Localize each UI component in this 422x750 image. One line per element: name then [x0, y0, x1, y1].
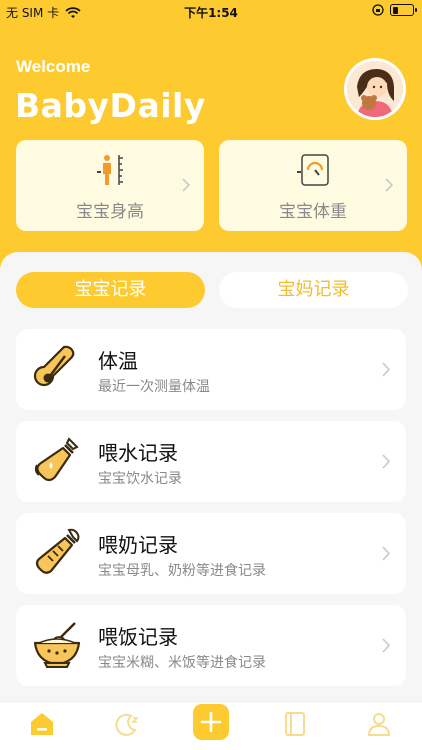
- height-icon: [97, 155, 123, 185]
- water-bottle-icon: [34, 437, 79, 482]
- thermometer-icon: [33, 345, 75, 387]
- record-title: 体温: [98, 349, 138, 373]
- record-title: 喂奶记录: [98, 533, 178, 557]
- chevron-right-icon: [385, 178, 393, 192]
- user-icon[interactable]: [365, 710, 393, 738]
- orientation-lock-icon: [372, 4, 384, 16]
- baby-height-label: 宝宝身高: [76, 202, 144, 222]
- record-subtitle: 宝宝米糊、米饭等进食记录: [98, 655, 266, 671]
- battery-icon: [390, 4, 417, 16]
- chevron-right-icon: [382, 454, 390, 469]
- record-title: 喂饭记录: [98, 625, 178, 649]
- rice-bowl-icon: [33, 622, 81, 668]
- record-title: 喂水记录: [98, 441, 178, 465]
- plus-icon: [200, 711, 222, 733]
- welcome-text: Welcome: [16, 57, 91, 76]
- bottom-tab-bar: [0, 701, 422, 750]
- baby-weight-label: 宝宝体重: [279, 202, 347, 222]
- chevron-right-icon: [382, 638, 390, 653]
- record-rice[interactable]: 喂饭记录 宝宝米糊、米饭等进食记录: [16, 605, 406, 686]
- avatar[interactable]: [344, 58, 406, 120]
- milk-bottle-icon: [35, 528, 80, 574]
- tab-mom-records[interactable]: 宝妈记录: [219, 272, 408, 308]
- record-temperature[interactable]: 体温 最近一次测量体温: [16, 329, 406, 410]
- tab-baby-records[interactable]: 宝宝记录: [16, 272, 205, 308]
- record-milk[interactable]: 喂奶记录 宝宝母乳、奶粉等进食记录: [16, 513, 406, 594]
- chevron-right-icon: [382, 546, 390, 561]
- status-bar: 无 SIM 卡 下午1:54: [0, 0, 422, 22]
- record-subtitle: 宝宝母乳、奶粉等进食记录: [98, 563, 266, 579]
- book-icon[interactable]: [281, 710, 309, 738]
- baby-weight-card[interactable]: 宝宝体重: [219, 140, 407, 231]
- moon-icon[interactable]: [113, 710, 141, 738]
- app-title: BabyDaily: [15, 86, 206, 125]
- record-subtitle: 宝宝饮水记录: [98, 471, 182, 487]
- add-record-button[interactable]: [193, 704, 229, 740]
- home-icon[interactable]: [28, 710, 56, 738]
- scale-icon: [297, 154, 329, 186]
- record-water[interactable]: 喂水记录 宝宝饮水记录: [16, 421, 406, 502]
- record-subtitle: 最近一次测量体温: [98, 379, 210, 395]
- chevron-right-icon: [182, 178, 190, 192]
- mother-baby-avatar-icon: [347, 61, 403, 117]
- status-time: 下午1:54: [184, 6, 238, 20]
- baby-height-card[interactable]: 宝宝身高: [16, 140, 204, 231]
- chevron-right-icon: [382, 362, 390, 377]
